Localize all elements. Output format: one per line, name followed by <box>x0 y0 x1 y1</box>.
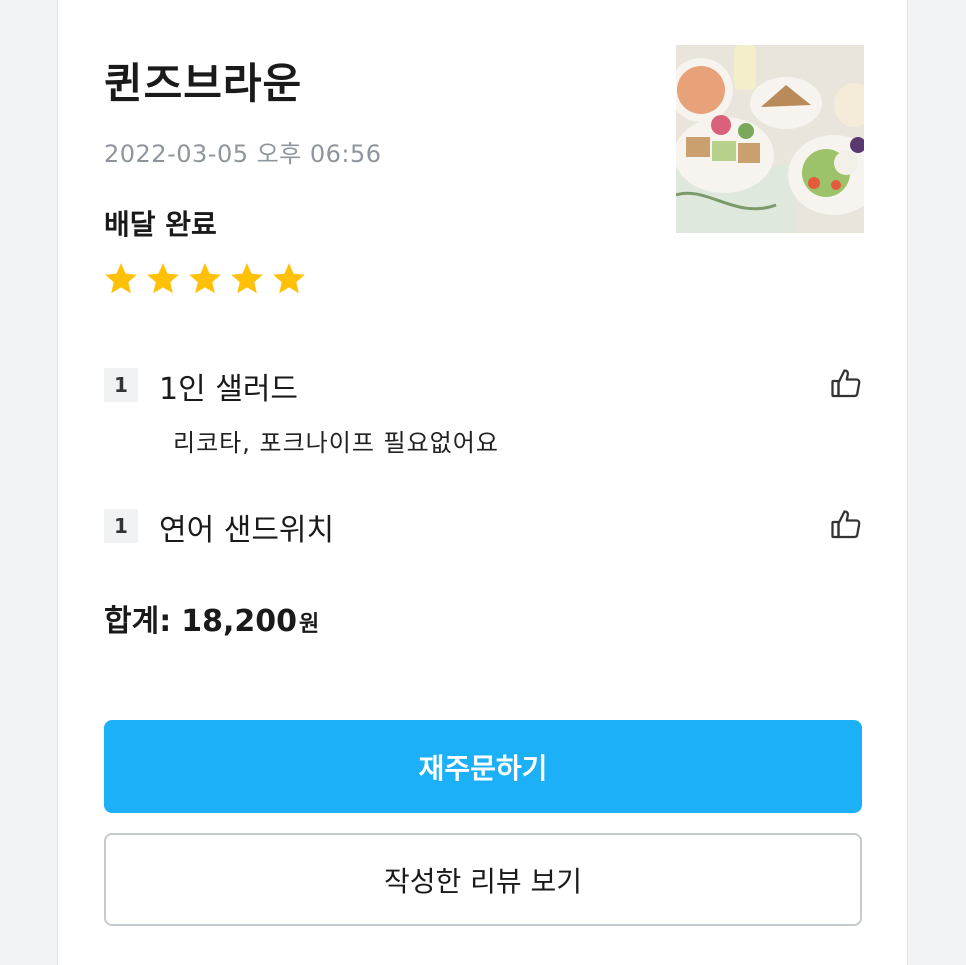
star-icon <box>270 260 308 298</box>
item-quantity: 1 <box>104 509 138 543</box>
thumbs-up-icon[interactable] <box>828 366 864 402</box>
star-icon <box>144 260 182 298</box>
currency-unit: 원 <box>298 612 320 637</box>
total-label: 합계: <box>104 604 172 639</box>
order-card: 퀸즈브라운 2022-03-05 오후 06:56 배달 완료 1 1인 샐러드… <box>57 0 908 965</box>
total-amount: 18,200 <box>181 604 297 639</box>
view-review-button[interactable]: 작성한 리뷰 보기 <box>104 833 862 926</box>
order-datetime: 2022-03-05 오후 06:56 <box>104 140 382 168</box>
item-option: 리코타, 포크나이프 필요없어요 <box>173 429 499 457</box>
rating-stars <box>102 260 308 298</box>
order-item: 1 1인 샐러드 <box>104 364 864 407</box>
store-name[interactable]: 퀸즈브라운 <box>104 50 302 111</box>
star-icon <box>186 260 224 298</box>
thumbs-up-icon[interactable] <box>828 507 864 543</box>
item-name: 1인 샐러드 <box>159 372 299 407</box>
order-item: 1 연어 샌드위치 <box>104 505 864 548</box>
item-quantity: 1 <box>104 368 138 402</box>
item-name: 연어 샌드위치 <box>159 513 335 548</box>
star-icon <box>102 260 140 298</box>
order-total: 합계: 18,200 원 <box>104 596 319 640</box>
star-icon <box>228 260 266 298</box>
store-thumbnail[interactable] <box>676 45 864 233</box>
delivery-status: 배달 완료 <box>104 208 217 241</box>
reorder-button[interactable]: 재주문하기 <box>104 720 862 813</box>
